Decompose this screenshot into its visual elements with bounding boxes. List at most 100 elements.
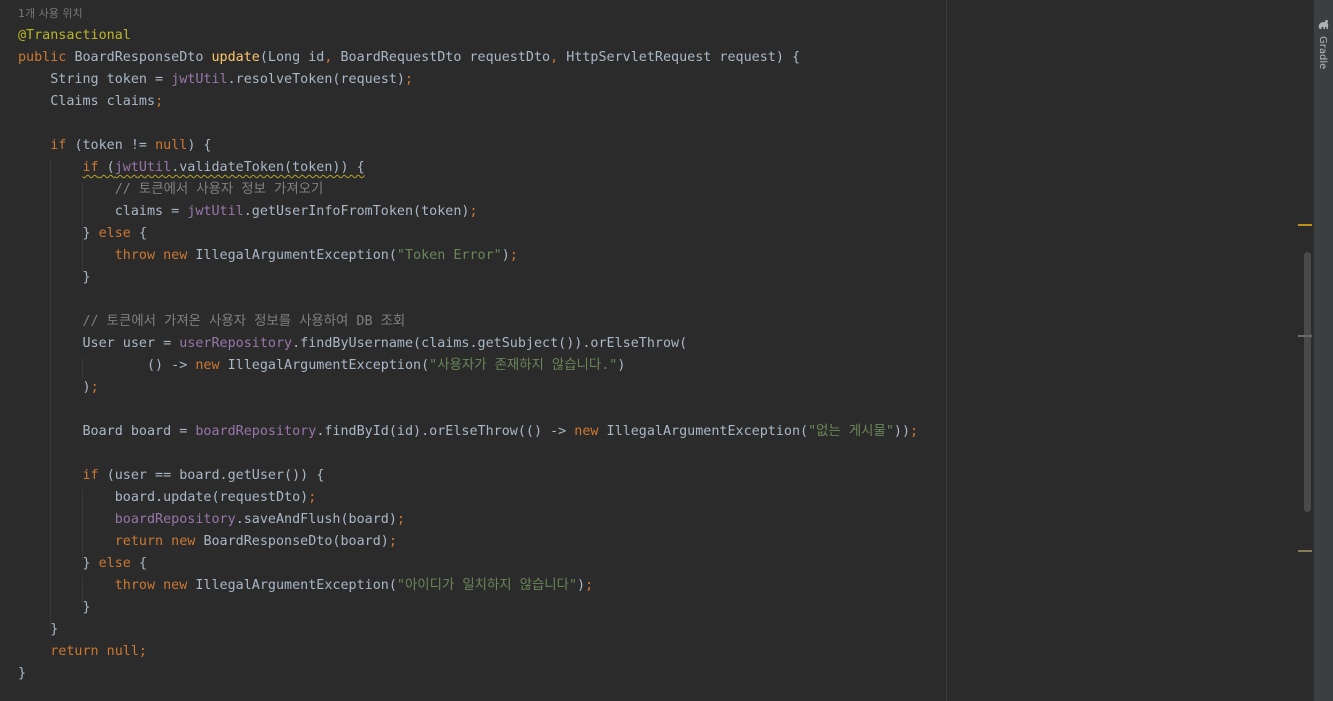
code-token: throw new xyxy=(114,248,196,263)
warning-marker[interactable] xyxy=(1298,224,1312,226)
code-token: "Token Error" xyxy=(396,248,502,263)
code-line[interactable]: } else { xyxy=(18,223,147,245)
code-line[interactable]: public BoardResponseDto update(Long id, … xyxy=(18,47,800,69)
code-line[interactable]: } else { xyxy=(18,553,147,575)
right-tool-window-bar: Gradle xyxy=(1313,0,1333,701)
code-token: BoardResponseDto xyxy=(74,50,212,65)
code-token: else xyxy=(98,556,139,571)
code-token: ( xyxy=(98,160,115,175)
code-token: } xyxy=(18,666,27,681)
code-token: if xyxy=(82,468,107,483)
code-token: throw new xyxy=(114,578,196,593)
code-line[interactable]: Claims claims; xyxy=(18,91,163,113)
code-line[interactable]: } xyxy=(18,267,91,289)
code-token: ; xyxy=(585,578,594,593)
code-line[interactable]: throw new IllegalArgumentException("아이디가… xyxy=(18,575,593,597)
code-token: IllegalArgumentException( xyxy=(227,358,430,373)
code-token: boardRepository xyxy=(114,512,236,527)
code-token: null xyxy=(155,138,188,153)
code-line[interactable]: claims = jwtUtil.getUserInfoFromToken(to… xyxy=(18,201,478,223)
code-token: return null; xyxy=(50,644,147,659)
gradle-elephant-icon xyxy=(1317,16,1330,35)
code-token: new xyxy=(574,424,607,439)
code-line[interactable]: User user = userRepository.findByUsernam… xyxy=(18,333,687,355)
code-line[interactable]: // 토큰에서 사용자 정보 가져오기 xyxy=(18,179,324,201)
code-token: "사용자가 존재하지 않습니다." xyxy=(429,358,618,373)
code-token: BoardRequestDto requestDto xyxy=(340,50,551,65)
code-line[interactable]: if (jwtUtil.validateToken(token)) { xyxy=(18,157,365,179)
code-line[interactable]: // 토큰에서 가져온 사용자 정보를 사용하여 DB 조회 xyxy=(18,311,406,333)
code-line[interactable]: () -> new IllegalArgumentException("사용자가… xyxy=(18,355,625,377)
code-token: update xyxy=(211,50,260,65)
code-token: IllegalArgumentException( xyxy=(195,578,397,593)
code-token: ) { xyxy=(187,138,212,153)
code-line[interactable]: } xyxy=(18,619,58,641)
code-token: Claims claims xyxy=(18,94,156,109)
code-token: Board board = xyxy=(18,424,196,439)
code-token: , xyxy=(324,50,341,65)
code-line[interactable]: } xyxy=(18,597,90,619)
code-token: (user == board.getUser()) { xyxy=(106,468,325,483)
code-token: } xyxy=(18,270,91,285)
code-token: ) xyxy=(577,578,586,593)
usage-hint[interactable]: 1개 사용 위치 xyxy=(18,3,83,25)
code-token: ; xyxy=(155,94,164,109)
code-token: ; xyxy=(469,204,478,219)
code-token: ; xyxy=(396,512,405,527)
code-token: // 토큰에서 가져온 사용자 정보를 사용하여 DB 조회 xyxy=(82,314,406,329)
code-token: // 토큰에서 사용자 정보 가져오기 xyxy=(114,182,324,197)
code-line[interactable]: return null; xyxy=(18,641,147,663)
code-token: { xyxy=(138,226,147,241)
scrollbar-thumb[interactable] xyxy=(1304,252,1311,512)
code-line[interactable]: String token = jwtUtil.resolveToken(requ… xyxy=(18,69,413,91)
code-line[interactable]: if (user == board.getUser()) { xyxy=(18,465,325,487)
code-token: User user = xyxy=(18,336,180,351)
code-token: if xyxy=(50,138,75,153)
code-token: , xyxy=(550,50,567,65)
code-line[interactable]: } xyxy=(18,663,26,685)
code-token: (Long id xyxy=(259,50,325,65)
code-line[interactable]: throw new IllegalArgumentException("Toke… xyxy=(18,245,518,267)
code-token: ) xyxy=(617,358,626,373)
code-token: return new xyxy=(114,534,204,549)
code-line[interactable]: return new BoardResponseDto(board); xyxy=(18,531,397,553)
code-token: .getUserInfoFromToken(token) xyxy=(243,204,470,219)
code-token: HttpServletRequest request) { xyxy=(566,50,801,65)
code-editor[interactable]: 1개 사용 위치 @Transactional public BoardRespo… xyxy=(0,0,1313,701)
code-token: String token = xyxy=(18,72,172,87)
gradle-tool-tab[interactable]: Gradle xyxy=(1314,14,1333,74)
code-line[interactable]: boardRepository.saveAndFlush(board); xyxy=(18,509,405,531)
code-line[interactable]: Board board = boardRepository.findById(i… xyxy=(18,421,918,443)
code-line[interactable]: @Transactional xyxy=(18,25,131,47)
code-token: "아이디가 일치하지 않습니다" xyxy=(396,578,578,593)
code-token: IllegalArgumentException( xyxy=(195,248,397,263)
code-token: ; xyxy=(509,248,518,263)
code-token: () -> xyxy=(18,358,196,373)
code-token: (token != xyxy=(74,138,156,153)
gradle-tab-label: Gradle xyxy=(1317,36,1328,70)
code-token: @Transactional xyxy=(18,28,131,43)
code-token: jwtUtil xyxy=(187,204,244,219)
code-token: else xyxy=(98,226,139,241)
code-line[interactable]: ); xyxy=(18,377,98,399)
code-token: ; xyxy=(308,490,317,505)
code-token: jwtUtil xyxy=(171,72,228,87)
right-margin-guide xyxy=(946,0,947,701)
code-token: jwtUtil xyxy=(114,160,172,175)
error-stripe-marker[interactable] xyxy=(1298,335,1312,337)
warning-marker[interactable] xyxy=(1298,550,1312,552)
code-token: ) xyxy=(18,380,91,395)
code-line[interactable]: if (token != null) { xyxy=(18,135,212,157)
code-line[interactable]: board.update(requestDto); xyxy=(18,487,317,509)
code-token: new xyxy=(195,358,228,373)
code-token: )) xyxy=(893,424,911,439)
code-token: { xyxy=(138,556,147,571)
